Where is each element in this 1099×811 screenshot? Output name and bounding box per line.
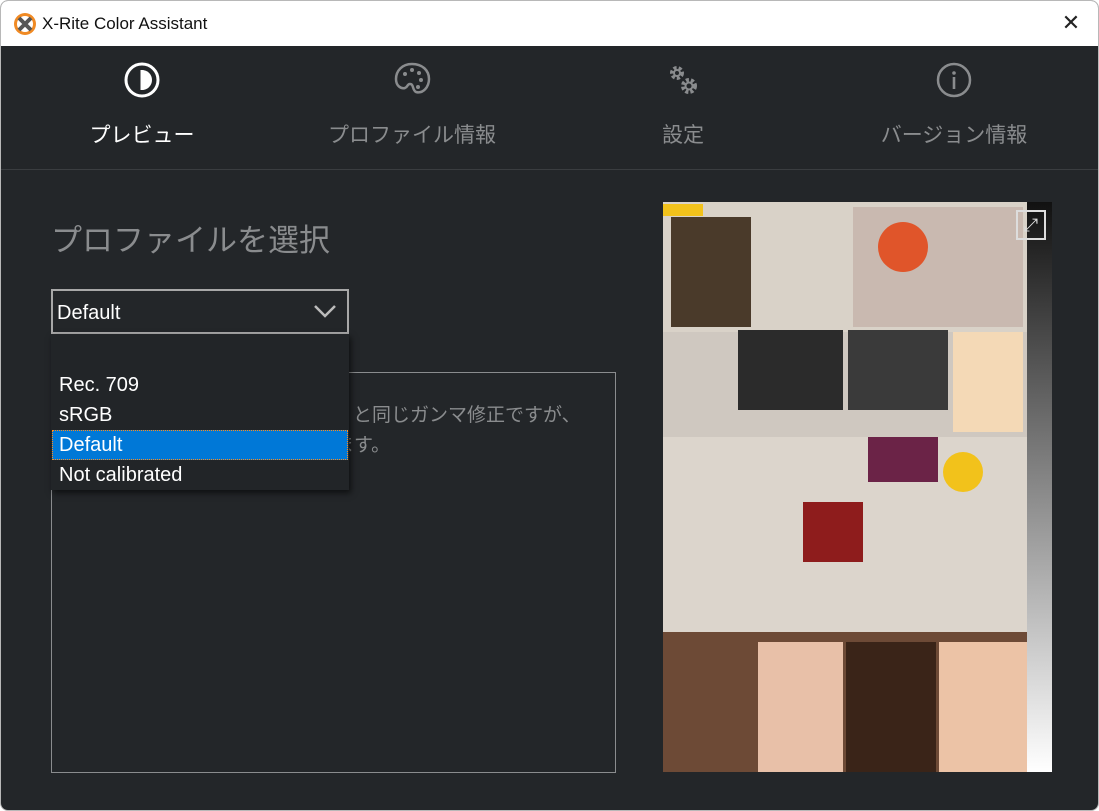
app-window: X-Rite Color Assistant ✕ プレビュー プロファイル情報 … xyxy=(0,0,1099,811)
xrite-logo-icon xyxy=(14,13,36,35)
option-default[interactable]: Default xyxy=(52,430,348,460)
expand-icon[interactable]: ⤢ xyxy=(1016,210,1046,240)
profile-select-value: Default xyxy=(57,302,121,324)
contrast-icon xyxy=(124,62,160,98)
option-not-calibrated[interactable]: Not calibrated xyxy=(52,460,348,490)
option-rec709[interactable]: Rec. 709 xyxy=(52,370,348,400)
gears-icon xyxy=(670,66,697,94)
window-title: X-Rite Color Assistant xyxy=(42,14,208,33)
preview-image: ⤢ xyxy=(663,202,1052,772)
info-icon xyxy=(936,62,972,98)
page-title: プロファイルを選択 xyxy=(51,223,330,258)
title-bar: X-Rite Color Assistant ✕ xyxy=(1,1,1098,46)
tab-settings[interactable]: 設定 xyxy=(573,61,793,149)
header-divider xyxy=(1,169,1098,170)
option-srgb[interactable]: sRGB xyxy=(52,400,348,430)
profile-select[interactable]: Default xyxy=(51,289,349,334)
tab-label: 設定 xyxy=(662,124,704,147)
tab-profile-info[interactable]: プロファイル情報 xyxy=(302,61,522,149)
tab-label: プロファイル情報 xyxy=(328,124,496,147)
description-text: B と同じガンマ修正ですが、 xyxy=(335,405,581,426)
tab-label: バージョン情報 xyxy=(880,124,1028,147)
tab-label: プレビュー xyxy=(89,124,195,147)
tab-preview[interactable]: プレビュー xyxy=(32,61,252,149)
palette-icon xyxy=(394,62,431,94)
tab-version-info[interactable]: バージョン情報 xyxy=(844,61,1064,149)
profile-dropdown-list: Rec. 709 sRGB Default Not calibrated xyxy=(51,334,349,490)
close-button[interactable]: ✕ xyxy=(1058,10,1084,36)
chevron-down-icon xyxy=(314,305,336,318)
